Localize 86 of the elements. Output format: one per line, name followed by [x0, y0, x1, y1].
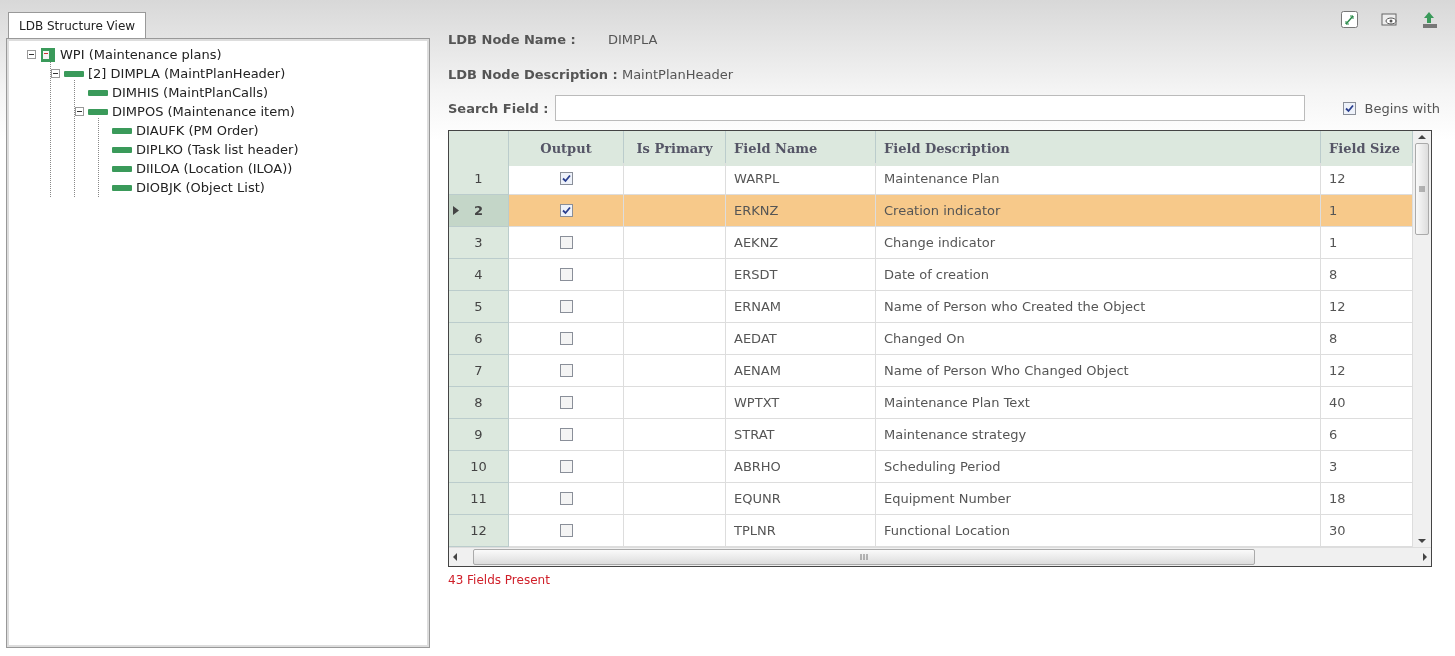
node-name-value: DIMPLA: [608, 32, 658, 47]
export-icon[interactable]: [1420, 10, 1440, 30]
checkbox[interactable]: [559, 524, 573, 537]
tree-item[interactable]: [2] DIMPLA (MaintPlanHeader): [88, 66, 286, 81]
fields-count: 43 Fields Present: [448, 573, 551, 587]
node-icon: [88, 88, 108, 97]
node-icon: [88, 107, 108, 116]
table-cell: STRAT: [726, 419, 876, 451]
row-pointer-icon: [453, 206, 459, 215]
expand-icon[interactable]: [1340, 10, 1360, 30]
table-cell: ERNAM: [726, 291, 876, 323]
table-cell: Changed On: [876, 323, 1321, 355]
checkbox[interactable]: [559, 428, 573, 441]
checkbox[interactable]: [559, 268, 573, 281]
table-cell: Date of creation: [876, 259, 1321, 291]
collapse-icon[interactable]: [75, 107, 84, 116]
checkbox[interactable]: [1343, 101, 1357, 115]
tree-item[interactable]: DIMPOS (Maintenance item): [112, 104, 295, 119]
checkbox[interactable]: [559, 332, 573, 345]
row-number[interactable]: 4: [449, 259, 509, 291]
node-icon: [64, 69, 84, 78]
grip-icon: [860, 554, 868, 560]
column-header[interactable]: Is Primary: [624, 131, 726, 166]
checkbox[interactable]: [559, 172, 573, 185]
checkbox[interactable]: [559, 204, 573, 217]
row-number[interactable]: 1: [449, 163, 509, 195]
horizontal-scrollbar[interactable]: [449, 547, 1431, 566]
checkbox[interactable]: [559, 460, 573, 473]
collapse-icon[interactable]: [27, 50, 36, 59]
table-cell: WPTXT: [726, 387, 876, 419]
search-field[interactable]: [554, 95, 1305, 121]
table-cell: EQUNR: [726, 483, 876, 515]
node-icon: [112, 145, 132, 154]
table-cell: ERKNZ: [726, 195, 876, 227]
collapse-icon[interactable]: [51, 69, 60, 78]
tree-item[interactable]: DIMHIS (MaintPlanCalls): [112, 85, 269, 100]
row-number[interactable]: 10: [449, 451, 509, 483]
row-number[interactable]: 7: [449, 355, 509, 387]
field-label: Search Field :: [448, 100, 549, 116]
column-header[interactable]: Field Size: [1321, 131, 1413, 166]
row-number[interactable]: 8: [449, 387, 509, 419]
row-number[interactable]: 5: [449, 291, 509, 323]
row-number[interactable]: 9: [449, 419, 509, 451]
table-cell: AEKNZ: [726, 227, 876, 259]
column-header[interactable]: Output: [509, 131, 624, 166]
table-cell: Scheduling Period: [876, 451, 1321, 483]
table-cell: Name of Person who Created the Object: [876, 291, 1321, 323]
table-cell: Name of Person Who Changed Object: [876, 355, 1321, 387]
table-cell: Equipment Number: [876, 483, 1321, 515]
checkbox[interactable]: [559, 364, 573, 377]
column-header[interactable]: Field Description: [876, 131, 1321, 166]
node-icon: [112, 183, 132, 192]
table-cell: Creation indicator: [876, 195, 1321, 227]
tree-item[interactable]: DIILOA (Location (ILOA)): [136, 161, 293, 176]
checkbox[interactable]: [559, 300, 573, 313]
grip-icon: [1419, 186, 1425, 192]
checkbox[interactable]: [559, 492, 573, 505]
tree-item[interactable]: WPI (Maintenance plans): [60, 47, 222, 62]
row-number[interactable]: 6: [449, 323, 509, 355]
table-cell: Maintenance strategy: [876, 419, 1321, 451]
table-cell: Change indicator: [876, 227, 1321, 259]
node-description-value: MaintPlanHeader: [621, 67, 734, 82]
table-cell: ABRHO: [726, 451, 876, 483]
field-label: LDB Node Name :: [448, 32, 577, 47]
node-icon: [112, 126, 132, 135]
column-header[interactable]: Field Name: [726, 131, 876, 166]
table-cell: AENAM: [726, 355, 876, 387]
field-label: LDB Node Description :: [448, 67, 618, 82]
table-cell: Maintenance Plan Text: [876, 387, 1321, 419]
row-number[interactable]: 11: [449, 483, 509, 515]
tree-item[interactable]: DIAUFK (PM Order): [136, 123, 259, 138]
row-number[interactable]: 2: [449, 195, 509, 227]
checkbox[interactable]: [559, 236, 573, 249]
table-cell: 1: [1321, 195, 1413, 227]
checkbox[interactable]: [559, 396, 573, 409]
table-cell: ERSDT: [726, 259, 876, 291]
table-cell: AEDAT: [726, 323, 876, 355]
tree-item[interactable]: DIPLKO (Task list header): [136, 142, 299, 157]
vertical-scrollbar[interactable]: [1413, 131, 1431, 547]
tree-item[interactable]: DIOBJK (Object List): [136, 180, 265, 195]
table-icon: [40, 46, 56, 63]
node-icon: [112, 164, 132, 173]
row-number[interactable]: 3: [449, 227, 509, 259]
checkbox-label: Begins with: [1364, 100, 1440, 116]
panel-tab[interactable]: LDB Structure View: [8, 12, 147, 38]
row-number[interactable]: 12: [449, 515, 509, 547]
